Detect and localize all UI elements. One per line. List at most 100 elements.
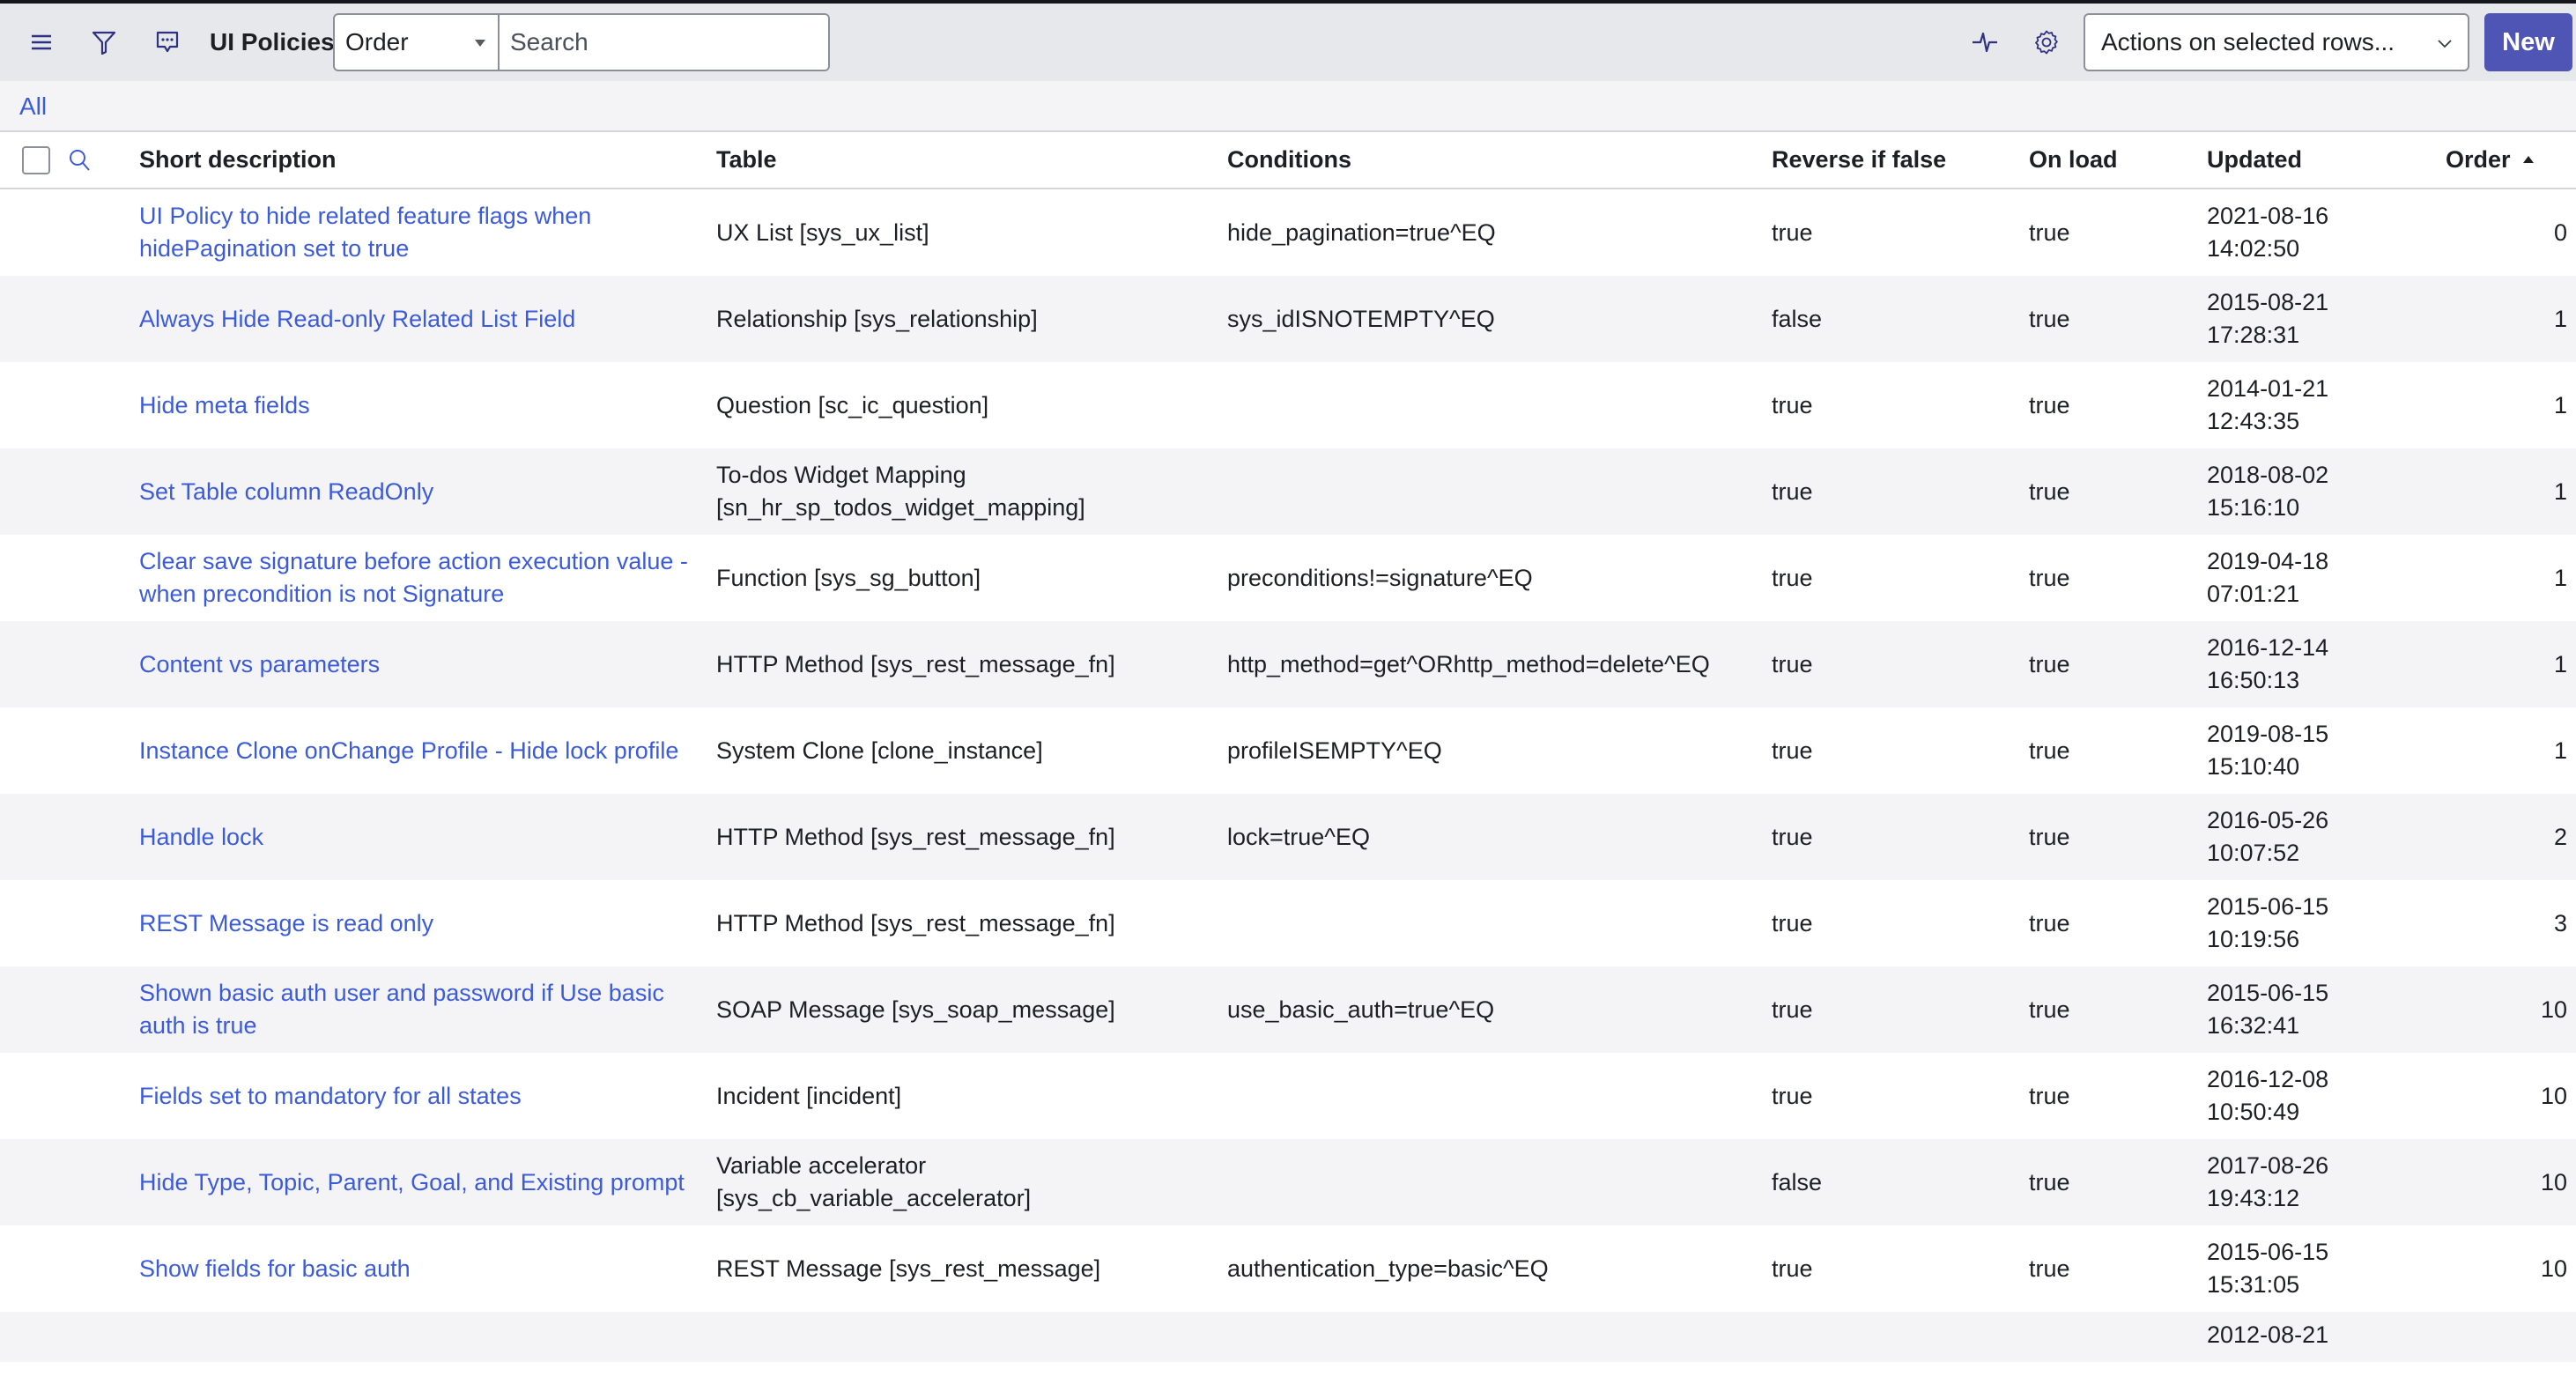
table-value: Question [sc_ic_question] xyxy=(716,391,989,418)
column-header-updated[interactable]: Updated xyxy=(2207,132,2430,189)
partial-cell xyxy=(139,1312,716,1362)
table-row[interactable]: Fields set to mandatory for all states In… xyxy=(0,1053,2576,1139)
on-load-cell: true xyxy=(2029,794,2207,880)
record-link[interactable]: Show fields for basic auth xyxy=(139,1255,411,1282)
gear-icon[interactable] xyxy=(2025,4,2069,81)
updated-time: 15:10:40 xyxy=(2207,753,2300,780)
table-value: UX List [sys_ux_list] xyxy=(716,218,929,246)
table-row[interactable]: Clear save signature before action execu… xyxy=(0,535,2576,621)
table-cell: UX List [sys_ux_list] xyxy=(716,189,1227,276)
search-input[interactable] xyxy=(500,15,828,70)
updated-cell: 2018-08-02 15:16:10 xyxy=(2207,448,2430,535)
chat-bubble-icon[interactable] xyxy=(145,4,189,81)
row-select-cell xyxy=(0,794,62,880)
table-row[interactable]: Instance Clone onChange Profile - Hide l… xyxy=(0,707,2576,794)
table-row[interactable]: Show fields for basic auth REST Message [… xyxy=(0,1225,2576,1312)
updated-time: 17:28:31 xyxy=(2207,322,2300,348)
record-link[interactable]: Instance Clone onChange Profile - Hide l… xyxy=(139,737,678,764)
partial-cell xyxy=(2029,1312,2207,1362)
order-cell: 1 xyxy=(2430,621,2576,707)
table-row-partial[interactable]: 2012-08-21 xyxy=(0,1312,2576,1362)
table-cell: Question [sc_ic_question] xyxy=(716,362,1227,448)
on-load-cell: true xyxy=(2029,1139,2207,1225)
column-header-table[interactable]: Table xyxy=(716,132,1227,189)
record-link[interactable]: Hide meta fields xyxy=(139,392,310,418)
table-row[interactable]: Content vs parameters HTTP Method [sys_re… xyxy=(0,621,2576,707)
order-cell: 10 xyxy=(2430,1053,2576,1139)
short-description-cell: Handle lock xyxy=(139,794,716,880)
select-all-checkbox[interactable] xyxy=(22,145,50,174)
conditions-cell: lock=true^EQ xyxy=(1227,794,1772,880)
order-cell: 10 xyxy=(2430,1139,2576,1225)
updated-date: 2017-08-26 xyxy=(2207,1152,2329,1179)
order-cell: 1 xyxy=(2430,448,2576,535)
actions-on-selected-rows-select[interactable]: Actions on selected rows... xyxy=(2084,13,2469,71)
order-value: 1 xyxy=(2553,391,2567,418)
row-select-cell xyxy=(0,276,62,362)
short-description-cell: Instance Clone onChange Profile - Hide l… xyxy=(139,707,716,794)
on-load-value: true xyxy=(2029,391,2070,418)
on-load-cell: true xyxy=(2029,880,2207,966)
updated-time: 15:31:05 xyxy=(2207,1271,2300,1298)
table-row[interactable]: Hide meta fields Question [sc_ic_question… xyxy=(0,362,2576,448)
conditions-cell xyxy=(1227,1053,1772,1139)
updated-cell: 2017-08-26 19:43:12 xyxy=(2207,1139,2430,1225)
on-load-cell: true xyxy=(2029,1225,2207,1312)
table-cell: Function [sys_sg_button] xyxy=(716,535,1227,621)
activity-pulse-icon[interactable] xyxy=(1963,4,2007,81)
on-load-value: true xyxy=(2029,996,2070,1023)
short-description-cell: Shown basic auth user and password if Us… xyxy=(139,966,716,1053)
updated-date: 2016-12-14 xyxy=(2207,634,2329,661)
table-row[interactable]: Handle lock HTTP Method [sys_rest_message… xyxy=(0,794,2576,880)
record-link[interactable]: Fields set to mandatory for all states xyxy=(139,1083,522,1109)
row-select-cell xyxy=(0,1139,62,1225)
record-link[interactable]: Shown basic auth user and password if Us… xyxy=(139,980,664,1039)
breadcrumb-all[interactable]: All xyxy=(19,81,47,132)
table-row[interactable]: REST Message is read only HTTP Method [sy… xyxy=(0,880,2576,966)
updated-cell: 2019-08-15 15:10:40 xyxy=(2207,707,2430,794)
column-header-reverse-if-false[interactable]: Reverse if false xyxy=(1772,132,2029,189)
updated-cell: 2015-06-15 16:32:41 xyxy=(2207,966,2430,1053)
table-row[interactable]: Hide Type, Topic, Parent, Goal, and Exis… xyxy=(0,1139,2576,1225)
record-link[interactable]: REST Message is read only xyxy=(139,910,433,936)
record-link[interactable]: Content vs parameters xyxy=(139,651,380,677)
table-row[interactable]: Set Table column ReadOnly To-dos Widget M… xyxy=(0,448,2576,535)
hamburger-menu-icon[interactable] xyxy=(19,4,63,81)
record-link[interactable]: Always Hide Read-only Related List Field xyxy=(139,306,575,332)
reverse-if-false-cell: true xyxy=(1772,1053,2029,1139)
reverse-if-false-cell: true xyxy=(1772,794,2029,880)
record-link[interactable]: Hide Type, Topic, Parent, Goal, and Exis… xyxy=(139,1169,685,1195)
row-spacer-cell xyxy=(62,362,139,448)
table-row[interactable]: Always Hide Read-only Related List Field… xyxy=(0,276,2576,362)
new-button[interactable]: New xyxy=(2484,13,2572,71)
short-description-cell: Hide meta fields xyxy=(139,362,716,448)
updated-time: 10:50:49 xyxy=(2207,1099,2300,1125)
row-spacer-cell xyxy=(62,621,139,707)
table-row[interactable]: Shown basic auth user and password if Us… xyxy=(0,966,2576,1053)
partial-cell: 2012-08-21 xyxy=(2207,1312,2430,1362)
table-value: Function [sys_sg_button] xyxy=(716,564,981,591)
column-header-short-description[interactable]: Short description xyxy=(139,132,716,189)
record-link[interactable]: Handle lock xyxy=(139,824,263,850)
filter-funnel-icon[interactable] xyxy=(82,4,126,81)
record-link[interactable]: Clear save signature before action execu… xyxy=(139,548,688,607)
order-value: 1 xyxy=(2553,564,2567,591)
list-title: UI Policies xyxy=(210,28,335,56)
search-field-select[interactable]: Order xyxy=(335,15,500,70)
search-icon[interactable] xyxy=(69,149,92,174)
short-description-cell: Fields set to mandatory for all states xyxy=(139,1053,716,1139)
row-spacer-cell xyxy=(62,448,139,535)
table-cell: HTTP Method [sys_rest_message_fn] xyxy=(716,880,1227,966)
record-link[interactable]: UI Policy to hide related feature flags … xyxy=(139,203,591,262)
order-value: 10 xyxy=(2540,1255,2567,1282)
table-row[interactable]: UI Policy to hide related feature flags … xyxy=(0,189,2576,276)
record-link[interactable]: Set Table column ReadOnly xyxy=(139,478,433,505)
table-cell: HTTP Method [sys_rest_message_fn] xyxy=(716,621,1227,707)
column-header-conditions[interactable]: Conditions xyxy=(1227,132,1772,189)
conditions-value: profileISEMPTY^EQ xyxy=(1227,737,1442,764)
updated-cell: 2021-08-16 14:02:50 xyxy=(2207,189,2430,276)
row-spacer-cell xyxy=(62,189,139,276)
column-header-on-load[interactable]: On load xyxy=(2029,132,2207,189)
table-cell: System Clone [clone_instance] xyxy=(716,707,1227,794)
column-header-order[interactable]: Order xyxy=(2430,132,2576,189)
